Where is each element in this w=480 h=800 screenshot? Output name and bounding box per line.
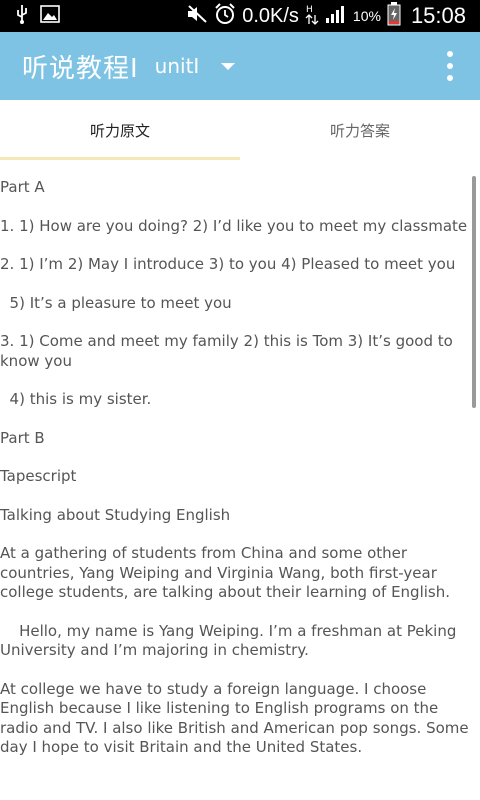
paragraph-tapescript: Tapescript (0, 467, 77, 485)
paragraph-college: At college we have to study a foreign la… (0, 679, 469, 757)
paragraph-yang: Hello, my name is Yang Weiping. I’m a fr… (0, 621, 462, 660)
paragraph-q2-5: 5) It’s a pleasure to meet you (0, 293, 232, 312)
paragraph-heading: Talking about Studying English (0, 505, 231, 524)
clock: 15:08 (410, 3, 466, 28)
status-left (0, 4, 60, 29)
alarm-icon (214, 2, 236, 30)
tab-bar: 听力原文 听力答案 (0, 100, 480, 160)
paragraph-q1: 1. 1) How are you doing? 2) I’d like you… (0, 216, 468, 235)
tab-answers[interactable]: 听力答案 (240, 100, 480, 160)
paragraph-q3: 3. 1) Come and meet my family 2) this is… (0, 332, 453, 370)
signal-icon (325, 4, 347, 29)
status-right: 0.0K/s H 10% 15:08 (186, 1, 480, 31)
scrollbar[interactable] (472, 176, 476, 408)
caret-down-icon (221, 62, 236, 70)
overflow-dot-icon (447, 63, 453, 69)
data-arrows-icon: H (305, 3, 319, 30)
paragraph-q3-4: 4) this is my sister. (0, 390, 152, 408)
transcript-content[interactable]: Part A 1. 1) How are you doing? 2) I’d l… (0, 160, 480, 800)
mute-icon (186, 4, 208, 29)
overflow-dot-icon (447, 75, 453, 81)
tab-transcript[interactable]: 听力原文 (0, 100, 240, 160)
svg-text:H: H (306, 5, 313, 15)
paragraph-part-b: Part B (0, 428, 45, 447)
network-speed: 0.0K/s (242, 4, 299, 27)
app-bar: 听说教程Ⅰ unitⅠ (0, 32, 480, 100)
battery-percent: 10% (352, 8, 381, 24)
app-title: 听说教程Ⅰ (22, 53, 139, 84)
paragraph-q2: 2. 1) I’m 2) May I introduce 3) to you 4… (0, 255, 456, 273)
overflow-dot-icon (447, 51, 453, 57)
status-bar: 0.0K/s H 10% 15:08 (0, 0, 480, 32)
battery-icon (387, 1, 401, 31)
paragraph-intro: At a gathering of students from China an… (0, 544, 450, 601)
overflow-menu-button[interactable] (442, 51, 458, 81)
image-icon (40, 4, 60, 28)
unit-dropdown[interactable]: unitⅠ (155, 54, 236, 78)
paragraph-part-a: Part A (0, 178, 45, 196)
usb-icon (14, 4, 30, 29)
unit-dropdown-label: unitⅠ (154, 54, 200, 78)
